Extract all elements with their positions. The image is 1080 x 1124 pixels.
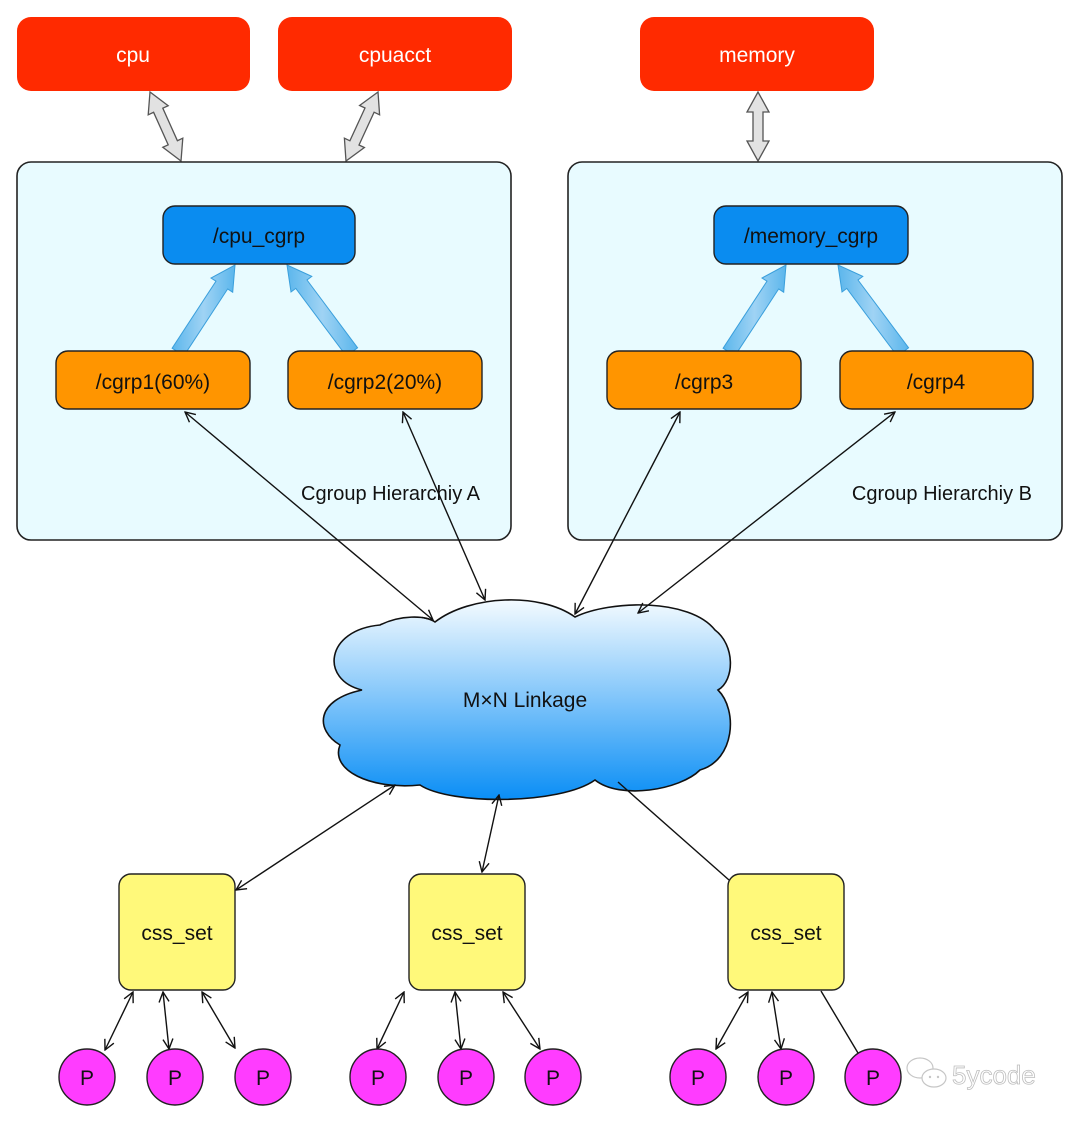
- process-label: P: [371, 1067, 385, 1090]
- child-cgroup-3: /cgrp3: [606, 350, 802, 410]
- process-1-2: P: [146, 1048, 204, 1106]
- child-cgroup-label: /cgrp2(20%): [328, 371, 442, 394]
- watermark: 5ycode: [906, 1057, 1036, 1090]
- css-set-1-linkage-line: [236, 785, 395, 890]
- process-label: P: [256, 1067, 270, 1090]
- css-set-2: css_set: [408, 873, 526, 991]
- child-cgroup-label: /cgrp4: [907, 371, 966, 394]
- css-set-3-linkage-line: [617, 781, 730, 881]
- child-cgroup-2: /cgrp2(20%): [287, 350, 483, 410]
- subsystem-label: cpuacct: [359, 44, 432, 67]
- process-label: P: [691, 1067, 705, 1090]
- subsystem-cpu: cpu: [17, 17, 250, 91]
- css1-p1-line: [105, 992, 133, 1050]
- css-set-label: css_set: [431, 922, 502, 945]
- process-label: P: [80, 1067, 94, 1090]
- watermark-text: 5ycode: [952, 1060, 1036, 1090]
- process-label: P: [168, 1067, 182, 1090]
- process-2-3: P: [524, 1048, 582, 1106]
- css3-p3-line: [820, 990, 859, 1054]
- css-set-label: css_set: [750, 922, 821, 945]
- child-cgroup-1: /cgrp1(60%): [55, 350, 251, 410]
- css1-p2-line: [163, 992, 169, 1049]
- css-set-2-linkage-line: [482, 795, 499, 872]
- process-label: P: [459, 1067, 473, 1090]
- process-1-1: P: [58, 1048, 116, 1106]
- linkage-label: M×N Linkage: [463, 689, 587, 712]
- linkage-cloud: M×N Linkage: [322, 599, 732, 801]
- hierarchy-title: Cgroup Hierarchiy B: [852, 483, 1032, 505]
- memory-attach-arrow: [745, 90, 771, 163]
- css-set-3: css_set: [727, 873, 845, 991]
- css3-p2-line: [772, 992, 781, 1049]
- css2-p3-line: [503, 992, 540, 1049]
- process-label: P: [866, 1067, 880, 1090]
- css2-p2-line: [455, 992, 461, 1049]
- child-cgroup-4: /cgrp4: [839, 350, 1034, 410]
- root-cgroup-label: /cpu_cgrp: [213, 225, 305, 248]
- process-1-3: P: [234, 1048, 292, 1106]
- subsystem-cpuacct: cpuacct: [278, 17, 512, 91]
- wechat-icon: [906, 1057, 947, 1088]
- hierarchy-title: Cgroup Hierarchiy A: [301, 483, 481, 505]
- css1-p3-line: [202, 992, 235, 1048]
- css-set-label: css_set: [141, 922, 212, 945]
- root-cgroup-label: /memory_cgrp: [744, 225, 878, 248]
- process-3-1: P: [669, 1048, 727, 1106]
- subsystem-memory: memory: [640, 17, 874, 91]
- subsystem-label: cpu: [116, 44, 150, 67]
- css3-p1-line: [716, 992, 748, 1049]
- cpu-attach-arrow: [147, 90, 184, 163]
- root-cgroup-memory: /memory_cgrp: [713, 205, 909, 265]
- css2-p1-line: [377, 992, 404, 1049]
- subsystem-attach-arrows: [147, 90, 771, 163]
- process-label: P: [546, 1067, 560, 1090]
- cpuacct-attach-arrow: [343, 90, 381, 163]
- css-set-1: css_set: [118, 873, 236, 991]
- process-label: P: [779, 1067, 793, 1090]
- process-2-1: P: [349, 1048, 407, 1106]
- child-cgroup-label: /cgrp3: [675, 371, 733, 394]
- process-3-3: P: [844, 1048, 902, 1106]
- child-cgroup-label: /cgrp1(60%): [96, 371, 210, 394]
- root-cgroup-cpu: /cpu_cgrp: [162, 205, 356, 265]
- process-2-2: P: [437, 1048, 495, 1106]
- process-3-2: P: [757, 1048, 815, 1106]
- cgroup-diagram: cpu cpuacct memory Cgroup Hierarchiy A C…: [16, 17, 1063, 1106]
- subsystem-label: memory: [719, 44, 795, 67]
